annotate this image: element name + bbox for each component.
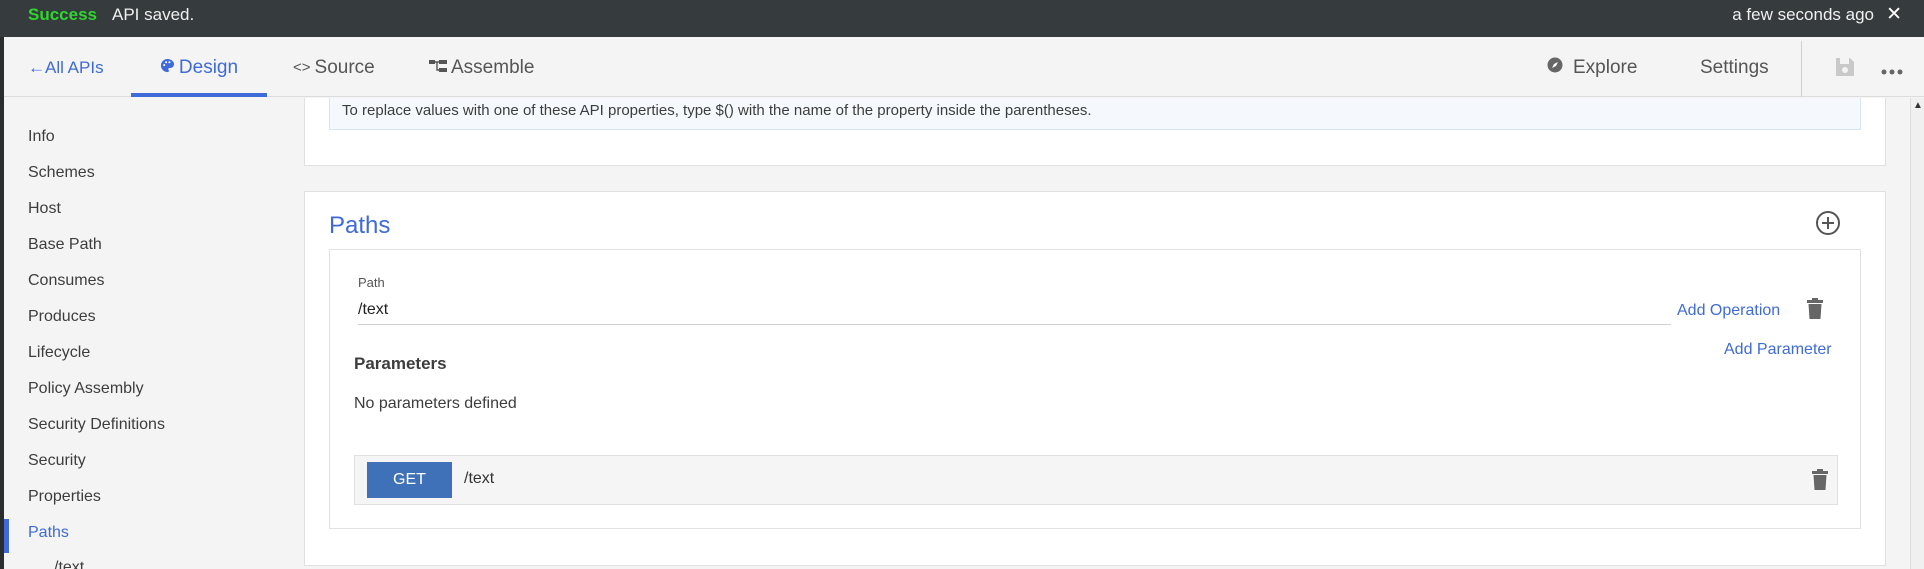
close-icon[interactable]: ✕ xyxy=(1886,3,1902,26)
back-arrow-icon: ← xyxy=(28,58,45,77)
tab-source-label: Source xyxy=(314,57,375,79)
sidebar-item-path-text[interactable]: /text xyxy=(54,559,84,569)
sidebar: Info Schemes Host Base Path Consumes Pro… xyxy=(4,98,304,569)
nav-divider xyxy=(1801,41,1802,97)
sidebar-item-policy-assembly[interactable]: Policy Assembly xyxy=(28,380,144,398)
sidebar-item-base-path[interactable]: Base Path xyxy=(28,236,102,254)
sidebar-item-consumes[interactable]: Consumes xyxy=(28,272,104,290)
sidebar-item-security-definitions[interactable]: Security Definitions xyxy=(28,416,165,434)
sidebar-item-paths[interactable]: Paths xyxy=(28,524,69,542)
explore-label: Explore xyxy=(1573,57,1638,79)
notification-message: API saved. xyxy=(112,5,195,24)
paths-title: Paths xyxy=(329,212,391,239)
explore-button[interactable]: Explore xyxy=(1547,37,1637,97)
scrollbar[interactable]: ▲ xyxy=(1910,98,1924,569)
sidebar-item-produces[interactable]: Produces xyxy=(28,308,96,326)
paths-card: Paths Path Add Operation Parameters Add … xyxy=(304,191,1886,566)
all-apis-label: All APIs xyxy=(45,58,104,77)
sidebar-item-security[interactable]: Security xyxy=(28,452,86,470)
operation-path: /text xyxy=(464,470,495,487)
save-icon[interactable] xyxy=(1834,56,1856,83)
add-parameter-link[interactable]: Add Parameter xyxy=(1724,341,1832,359)
tab-assemble[interactable]: Assemble xyxy=(429,37,534,97)
tab-design[interactable]: Design xyxy=(131,37,267,97)
operation-row[interactable]: GET /text xyxy=(354,455,1838,505)
no-parameters-text: No parameters defined xyxy=(354,395,517,412)
add-circle-icon[interactable] xyxy=(1815,210,1841,241)
method-get-button[interactable]: GET xyxy=(367,462,452,498)
tab-source[interactable]: <> Source xyxy=(293,37,375,97)
trash-icon[interactable] xyxy=(1806,298,1824,325)
sidebar-item-lifecycle[interactable]: Lifecycle xyxy=(28,344,90,362)
path-item: Path Add Operation Parameters Add Parame… xyxy=(329,249,1861,529)
code-icon: <> xyxy=(293,59,311,76)
sidebar-item-schemes[interactable]: Schemes xyxy=(28,164,95,182)
settings-button[interactable]: Settings xyxy=(1700,37,1769,97)
tab-assemble-label: Assemble xyxy=(451,57,535,79)
properties-info: To replace values with one of these API … xyxy=(329,98,1861,130)
all-apis-link[interactable]: ←All APIs xyxy=(28,37,104,97)
scroll-up-icon[interactable]: ▲ xyxy=(1913,100,1923,111)
more-icon[interactable] xyxy=(1881,62,1903,80)
tab-design-label: Design xyxy=(178,57,239,79)
top-nav: ←All APIs Design <> Source Assemble Explo… xyxy=(4,37,1924,97)
notification-time: a few seconds ago xyxy=(1732,5,1874,24)
path-input[interactable] xyxy=(358,296,1671,325)
sidebar-item-properties[interactable]: Properties xyxy=(28,488,101,506)
sidebar-active-indicator xyxy=(4,519,9,553)
path-label: Path xyxy=(358,275,385,290)
parameters-title: Parameters xyxy=(354,354,447,373)
sidebar-item-host[interactable]: Host xyxy=(28,200,61,218)
add-operation-link[interactable]: Add Operation xyxy=(1677,302,1780,320)
sidebar-item-info[interactable]: Info xyxy=(28,128,55,146)
flow-icon xyxy=(429,37,447,99)
palette-icon xyxy=(160,37,175,99)
properties-card: To replace values with one of these API … xyxy=(304,98,1886,166)
notification-status: Success xyxy=(28,5,97,24)
trash-icon[interactable] xyxy=(1811,469,1829,496)
notification-bar: Success API saved. a few seconds ago ✕ xyxy=(0,0,1924,37)
compass-icon xyxy=(1547,37,1563,99)
